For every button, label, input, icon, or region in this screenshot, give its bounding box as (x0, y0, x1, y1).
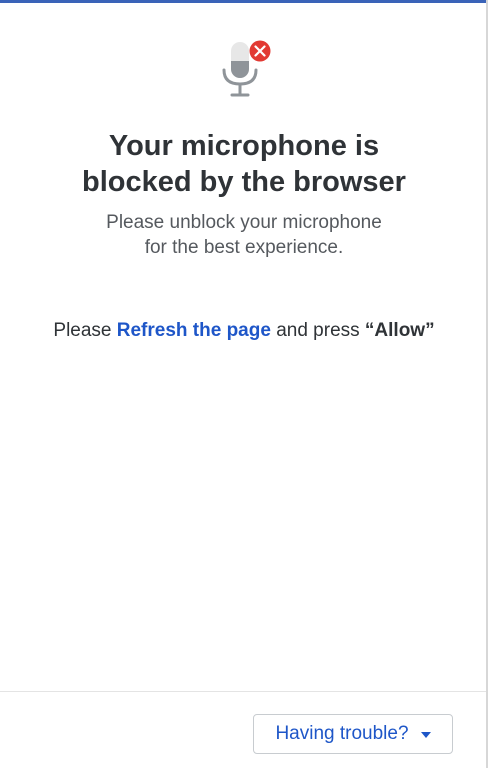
allow-emphasis: “Allow” (364, 320, 435, 341)
subtitle-line-1: Please unblock your microphone (106, 212, 382, 233)
blocked-x-icon (249, 40, 271, 62)
page-title: Your microphone is blocked by the browse… (0, 128, 488, 200)
title-line-1: Your microphone is (108, 130, 380, 162)
instruction-middle: and press (270, 320, 365, 341)
microphone-blocked-panel: Your microphone is blocked by the browse… (0, 0, 488, 768)
subtitle-line-2: for the best experience. (144, 237, 344, 258)
title-line-2: blocked by the browser (82, 166, 406, 198)
having-trouble-button[interactable]: Having trouble? (253, 714, 453, 754)
page-subtitle: Please unblock your microphone for the b… (0, 210, 488, 260)
footer-divider (0, 691, 486, 692)
having-trouble-label: Having trouble? (275, 723, 409, 744)
caret-down-icon (420, 732, 431, 738)
microphone-blocked-icon (218, 40, 272, 100)
refresh-page-link[interactable]: Refresh the page (117, 320, 271, 341)
refresh-instruction: Please Refresh the page and press “Allow… (0, 319, 488, 343)
top-accent-bar (0, 0, 488, 3)
instruction-prefix: Please (53, 320, 117, 341)
